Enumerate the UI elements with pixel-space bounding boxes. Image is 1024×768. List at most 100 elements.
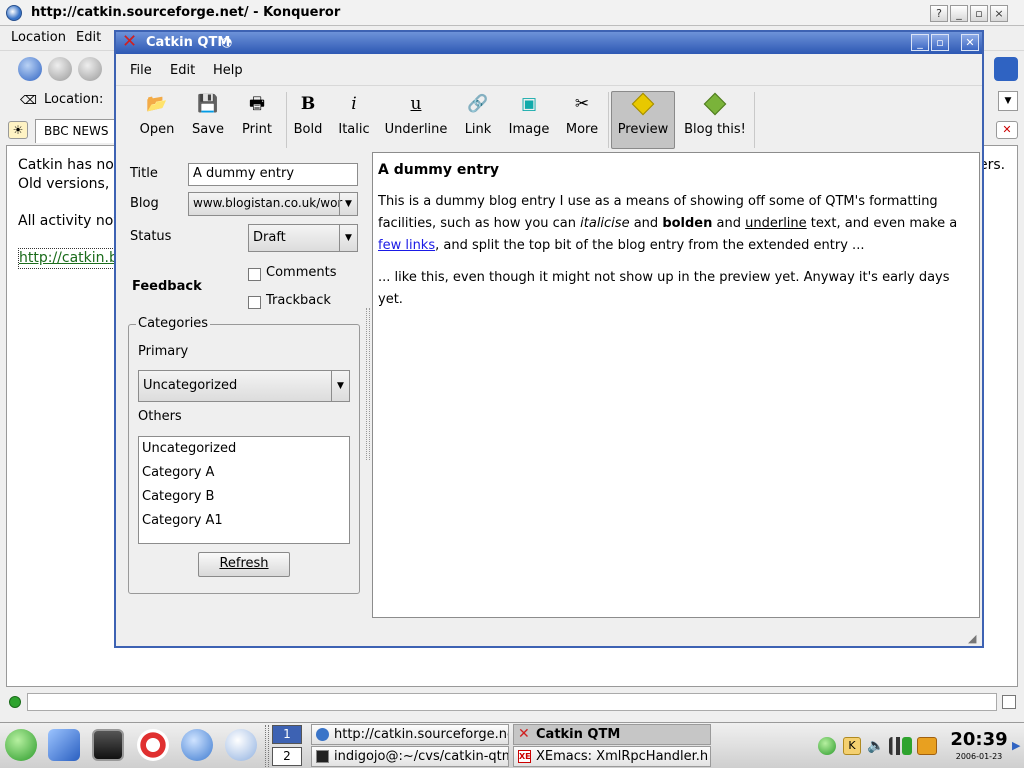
blog-diamond-icon (682, 92, 748, 116)
title-field[interactable]: A dummy entry (188, 163, 358, 186)
window-menu-icon[interactable]: ◔ (221, 35, 232, 50)
preview-underline-text: underline (745, 216, 807, 231)
maximize-icon[interactable]: ▫ (970, 5, 988, 22)
image-button[interactable]: ▣ Image (506, 92, 552, 148)
primary-category-value: Uncategorized (143, 378, 238, 393)
konqueror-title: http://catkin.sourceforge.net/ - Konquer… (31, 5, 341, 20)
task-xemacs[interactable]: XE XEmacs: XmlRpcHandler.h (513, 746, 711, 767)
comments-checkbox[interactable] (248, 268, 261, 281)
menu-edit[interactable]: Edit (76, 30, 101, 45)
preview-diamond-icon (612, 92, 674, 116)
menu-location[interactable]: Location (11, 30, 66, 45)
files-tray-icon[interactable] (917, 737, 937, 755)
konqueror-app-icon (6, 5, 22, 21)
up-icon[interactable] (78, 57, 102, 81)
open-button[interactable]: 📂 Open (136, 92, 178, 148)
blog-select[interactable]: www.blogistan.co.uk/wor ▼ (188, 192, 358, 216)
list-item[interactable]: Category A1 (139, 509, 349, 533)
kmenu-icon[interactable] (5, 729, 37, 761)
clear-location-icon[interactable]: ⌫ (20, 93, 37, 107)
underline-button[interactable]: u Underline (384, 92, 448, 148)
new-tab-icon[interactable]: ☀ (8, 121, 28, 139)
konqueror-titlebar[interactable]: http://catkin.sourceforge.net/ - Konquer… (0, 0, 1024, 26)
konqueror-task-icon (316, 728, 329, 741)
preview-link[interactable]: few links (378, 238, 435, 253)
trackback-checkbox[interactable] (248, 296, 261, 309)
qtm-maximize-icon[interactable]: ▫ (931, 34, 949, 51)
save-button[interactable]: 💾 Save (188, 92, 228, 148)
content-line-3: All activity now (18, 213, 125, 229)
blog-this-button[interactable]: Blog this! (682, 92, 748, 148)
preview-paragraph-1: This is a dummy blog entry I use as a me… (378, 191, 974, 257)
back-icon[interactable] (18, 57, 42, 81)
qtm-menubar: File Edit Help (116, 56, 982, 86)
preview-button[interactable]: Preview (611, 91, 675, 149)
forward-icon[interactable] (48, 57, 72, 81)
konqueror-browser-icon[interactable] (181, 729, 213, 761)
primary-label: Primary (138, 344, 189, 359)
qtm-close-icon[interactable]: ✕ (961, 34, 979, 51)
underline-label: Underline (384, 122, 448, 137)
desktop-2-button[interactable]: 2 (272, 747, 302, 766)
tab-bbc-news[interactable]: BBC NEWS (35, 119, 117, 143)
bold-label: Bold (293, 122, 323, 137)
qtm-titlebar[interactable]: ✕ Catkin QTM ◔ _ ▫ ✕ (116, 32, 982, 54)
volume-tray-icon[interactable]: 🔈 (867, 737, 885, 755)
minimize-icon[interactable]: _ (950, 5, 968, 22)
more-label: More (565, 122, 599, 137)
terminal-icon[interactable] (92, 729, 124, 761)
feedback-label: Feedback (132, 279, 202, 294)
location-dropdown-icon[interactable]: ▼ (998, 91, 1018, 111)
list-item[interactable]: Uncategorized (139, 437, 349, 461)
status-select[interactable]: Draft ▼ (248, 224, 358, 252)
menu-edit[interactable]: Edit (170, 63, 195, 78)
preview-text: text, and even make a (806, 216, 958, 231)
list-item[interactable]: Category A (139, 461, 349, 485)
close-icon[interactable]: × (990, 5, 1008, 22)
panel-hide-arrow-icon[interactable]: ▶ (1012, 739, 1020, 752)
battery-tray-icon[interactable] (902, 737, 912, 755)
link-button[interactable]: 🔗 Link (462, 92, 494, 148)
settings-icon[interactable] (994, 57, 1018, 81)
desktop-1-button[interactable]: 1 (272, 725, 302, 744)
location-label: Location: (44, 92, 104, 107)
menu-help[interactable]: Help (213, 63, 243, 78)
list-item[interactable]: Category B (139, 485, 349, 509)
bold-button[interactable]: B Bold (290, 92, 326, 148)
refresh-button[interactable]: Refresh (198, 552, 290, 577)
task-catkin-qtm[interactable]: ✕ Catkin QTM (513, 724, 711, 745)
taskbar: 1 2 http://catkin.sourceforge.net/ ✕ Catk… (0, 722, 1024, 768)
home-folder-icon[interactable] (48, 729, 80, 761)
task-label: Catkin QTM (536, 727, 621, 742)
print-button[interactable]: 🖶 Print (236, 92, 278, 148)
link-icon: 🔗 (467, 94, 489, 114)
task-konqueror[interactable]: http://catkin.sourceforge.net/ (311, 724, 509, 745)
toolbar-separator (608, 92, 609, 148)
clock[interactable]: 20:39 2006-01-23 (950, 729, 1008, 761)
network-tray-icon[interactable] (818, 737, 836, 755)
preview-bold-text: bolden (662, 216, 713, 231)
more-button[interactable]: ✂ More (564, 92, 600, 148)
menu-file[interactable]: File (130, 63, 152, 78)
task-terminal[interactable]: indigojo@:~/cvs/catkin-qtm - (311, 746, 509, 767)
help-lifebuoy-icon[interactable] (137, 729, 169, 761)
resize-grip-icon[interactable]: ◢ (968, 632, 976, 645)
mail-icon[interactable] (225, 729, 257, 761)
preview-text: , and split the top bit of the blog entr… (435, 238, 865, 253)
preview-pane[interactable]: A dummy entry This is a dummy blog entry… (372, 152, 980, 618)
klipper-tray-icon[interactable]: K (843, 737, 861, 755)
status-icon (9, 696, 21, 708)
close-tab-icon[interactable]: ✕ (996, 121, 1018, 139)
help-icon[interactable]: ? (930, 5, 948, 22)
splitter-handle[interactable] (366, 308, 370, 460)
italic-button[interactable]: i Italic (338, 92, 370, 148)
primary-category-select[interactable]: Uncategorized ▼ (138, 370, 350, 402)
others-category-list[interactable]: Uncategorized Category A Category B Cate… (138, 436, 350, 544)
preview-heading: A dummy entry (378, 162, 500, 178)
qtm-title: Catkin QTM (146, 35, 231, 50)
clock-date: 2006-01-23 (955, 752, 1003, 761)
qtm-minimize-icon[interactable]: _ (911, 34, 929, 51)
tab-label: BBC NEWS (44, 124, 109, 138)
taskbar-handle (265, 725, 269, 767)
status-checkbox[interactable] (1002, 695, 1016, 709)
